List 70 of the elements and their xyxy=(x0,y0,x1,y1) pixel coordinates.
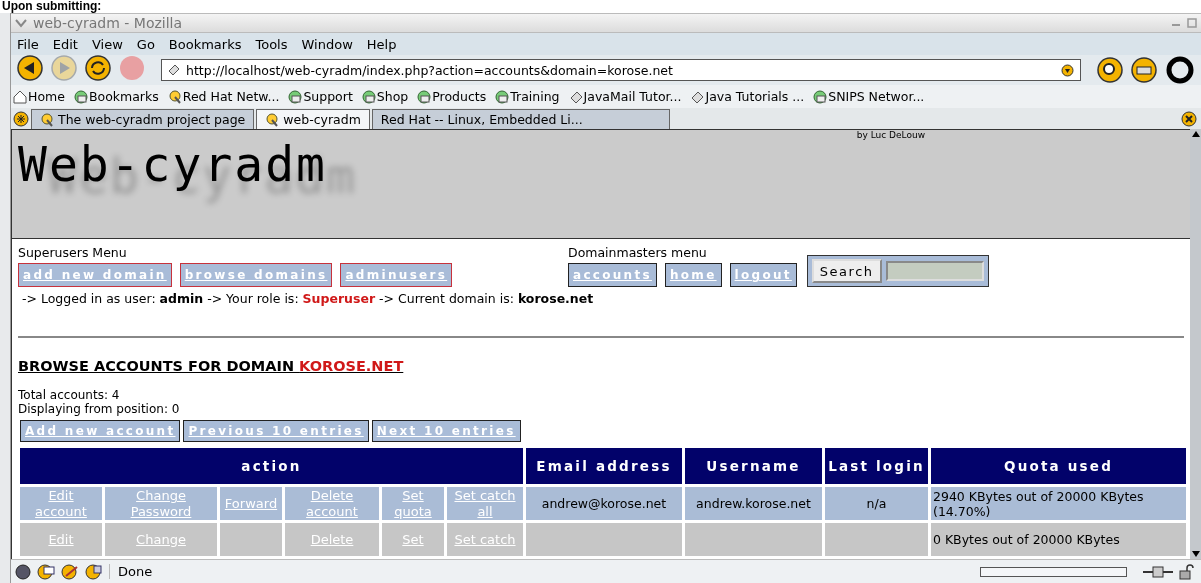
folder-icon xyxy=(73,89,88,104)
folder-icon xyxy=(813,89,828,104)
column-header: Username xyxy=(685,448,822,484)
bookmark-item[interactable]: Products xyxy=(417,89,487,104)
pen-icon[interactable] xyxy=(61,563,79,580)
folder-icon xyxy=(495,89,510,104)
close-icon[interactable] xyxy=(1181,110,1197,127)
quota-cell-text: 0 KBytes out of 20000 KBytes xyxy=(933,532,1121,547)
bookmark-icon xyxy=(40,112,54,127)
menu-item[interactable]: Go xyxy=(136,36,155,52)
browser-tab[interactable]: The web-cyradm project page xyxy=(31,109,255,129)
search-button[interactable]: Search xyxy=(811,259,882,284)
menu-title: Superusers Menu xyxy=(18,245,128,261)
caption-text: Upon submitting: xyxy=(1,0,103,13)
throbber-icon[interactable] xyxy=(1165,55,1195,85)
folder-icon xyxy=(288,89,303,104)
last-login-cell: n/a xyxy=(866,496,887,511)
logo: Web-cyradm xyxy=(18,136,327,192)
bookmark-item[interactable]: Training xyxy=(495,89,560,104)
search-icon[interactable] xyxy=(1097,57,1123,83)
bookmark-item[interactable]: Home xyxy=(13,89,65,104)
column-header: Last login xyxy=(825,448,928,484)
username-cell: andrew.korose.net xyxy=(696,496,811,511)
menu-item[interactable]: Help xyxy=(366,36,397,52)
menu-item[interactable]: Tools xyxy=(255,36,288,52)
column-header: Quota used xyxy=(931,448,1186,484)
status-text: Done xyxy=(109,564,974,579)
menu-item[interactable]: File xyxy=(17,36,39,52)
bookmark-item[interactable]: Support xyxy=(288,89,353,104)
folder-icon xyxy=(417,89,432,104)
page-icon xyxy=(690,89,705,104)
new-tab-icon[interactable] xyxy=(13,110,29,127)
bookmark-item[interactable]: SNIPS Networ... xyxy=(813,89,925,104)
house-icon xyxy=(13,89,27,104)
position-text: Displaying from position: 0 xyxy=(17,402,181,416)
quota-cell-text: 2940 KBytes out of 20000 KBytes (14.70%) xyxy=(933,488,1145,519)
reload-icon[interactable] xyxy=(85,55,111,81)
total-text: Total accounts: 4 xyxy=(17,388,121,402)
column-header: Email address xyxy=(526,448,682,484)
bookmark-item[interactable]: Bookmarks xyxy=(73,89,159,104)
menu-title: Domainmasters menu xyxy=(568,245,708,261)
menu-item[interactable]: Bookmarks xyxy=(168,36,242,52)
search-field[interactable] xyxy=(885,261,984,282)
column-header: action xyxy=(20,448,523,484)
bookmark-icon xyxy=(265,112,280,127)
scrollbar[interactable] xyxy=(1190,129,1201,559)
menu-item[interactable]: Window xyxy=(301,36,353,52)
login-status-text: -> Logged in as user: admin -> Your role is: Superuser -> Current domain is: korose.net xyxy=(21,290,595,309)
mail-icon[interactable] xyxy=(37,563,55,580)
browser-tab[interactable]: Red Hat -- Linux, Embedded Li... xyxy=(371,109,670,129)
lock-icon xyxy=(1179,563,1195,580)
connection-icon xyxy=(1143,565,1173,578)
dropdown-icon[interactable] xyxy=(1061,63,1074,77)
email-cell: andrew@korose.net xyxy=(541,496,667,511)
bookmark-item[interactable]: Shop xyxy=(361,89,409,104)
browser-tab[interactable]: web-cyradm xyxy=(256,109,370,129)
page-icon xyxy=(168,64,180,76)
folder-icon xyxy=(361,89,376,104)
menu-item[interactable]: Edit xyxy=(52,36,78,52)
bookmark-icon xyxy=(167,89,182,104)
page-icon xyxy=(568,89,583,104)
bookmark-item[interactable]: Red Hat Netw... xyxy=(167,89,280,104)
url-field[interactable]: http://localhost/web-cyradm/index.php?action=accounts&domain=korose.net xyxy=(161,59,1081,81)
page-heading: BROWSE ACCOUNTS FOR DOMAIN KOROSE.NET xyxy=(18,358,404,375)
credit-text: by Luc DeLouw xyxy=(856,130,925,142)
window-title: web-cyradm - Mozilla xyxy=(33,15,184,31)
menu-item[interactable]: View xyxy=(91,36,123,52)
bookmark-item[interactable]: JavaMail Tutor... xyxy=(568,89,682,104)
bookmark-item[interactable]: Java Tutorials ... xyxy=(690,89,805,104)
chevron-icon[interactable] xyxy=(15,18,27,28)
